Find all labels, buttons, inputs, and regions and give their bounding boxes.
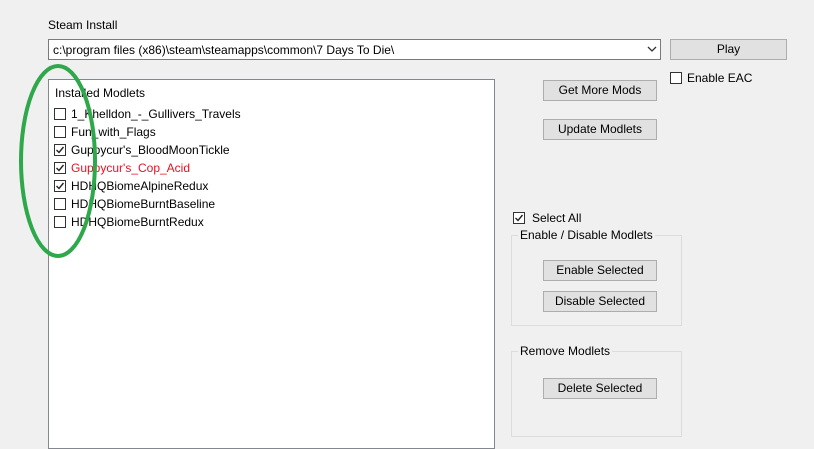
- steam-install-label: Steam Install: [48, 18, 118, 32]
- delete-selected-button[interactable]: Delete Selected: [543, 378, 657, 399]
- list-item[interactable]: Guppycur's_Cop_Acid: [54, 159, 190, 177]
- enable-disable-group-title: Enable / Disable Modlets: [518, 228, 655, 242]
- steam-path-combobox[interactable]: c:\program files (x86)\steam\steamapps\c…: [48, 39, 661, 60]
- installed-modlets-list[interactable]: Installed Modlets 1_Khelldon_-_Gullivers…: [48, 79, 495, 449]
- modlet-name: Fun_with_Flags: [71, 125, 156, 139]
- list-item[interactable]: HDHQBiomeAlpineRedux: [54, 177, 208, 195]
- select-all-box[interactable]: [513, 212, 525, 224]
- modlet-name: 1_Khelldon_-_Gullivers_Travels: [71, 107, 241, 121]
- get-more-mods-button[interactable]: Get More Mods: [543, 80, 657, 101]
- checkmark-icon: [56, 164, 65, 172]
- enable-eac-checkbox[interactable]: Enable EAC: [670, 71, 752, 85]
- modlet-name: HDHQBiomeBurntBaseline: [71, 197, 216, 211]
- modlet-name: Guppycur's_Cop_Acid: [71, 161, 191, 175]
- select-all-checkbox[interactable]: Select All: [513, 211, 581, 225]
- modlet-checkbox[interactable]: [54, 126, 66, 138]
- checkmark-icon: [515, 214, 524, 222]
- modlet-checkbox[interactable]: [54, 180, 66, 192]
- list-item[interactable]: Guppycur's_BloodMoonTickle: [54, 141, 230, 159]
- modlet-checkbox[interactable]: [54, 216, 66, 228]
- enable-eac-box[interactable]: [670, 72, 682, 84]
- modlet-name: Guppycur's_BloodMoonTickle: [71, 143, 230, 157]
- play-button[interactable]: Play: [670, 39, 787, 60]
- modlet-checkbox[interactable]: [54, 198, 66, 210]
- modlet-name: HDHQBiomeAlpineRedux: [71, 179, 209, 193]
- list-item[interactable]: HDHQBiomeBurntBaseline: [54, 195, 215, 213]
- modlet-name: HDHQBiomeBurntRedux: [71, 215, 204, 229]
- checkmark-icon: [56, 182, 65, 190]
- list-item[interactable]: 1_Khelldon_-_Gullivers_Travels: [54, 105, 241, 123]
- list-item[interactable]: HDHQBiomeBurntRedux: [54, 213, 204, 231]
- checkmark-icon: [56, 146, 65, 154]
- select-all-label: Select All: [532, 211, 582, 225]
- modlet-checkbox[interactable]: [54, 108, 66, 120]
- chevron-down-icon[interactable]: [646, 43, 658, 55]
- disable-selected-button[interactable]: Disable Selected: [543, 291, 657, 312]
- installed-modlets-title: Installed Modlets: [55, 86, 146, 100]
- enable-eac-label: Enable EAC: [687, 71, 753, 85]
- modlet-checkbox[interactable]: [54, 162, 66, 174]
- enable-selected-button[interactable]: Enable Selected: [543, 260, 657, 281]
- update-modlets-button[interactable]: Update Modlets: [543, 119, 657, 140]
- steam-path-value: c:\program files (x86)\steam\steamapps\c…: [53, 43, 395, 57]
- remove-modlets-group-title: Remove Modlets: [518, 344, 613, 358]
- list-item[interactable]: Fun_with_Flags: [54, 123, 156, 141]
- modlet-checkbox[interactable]: [54, 144, 66, 156]
